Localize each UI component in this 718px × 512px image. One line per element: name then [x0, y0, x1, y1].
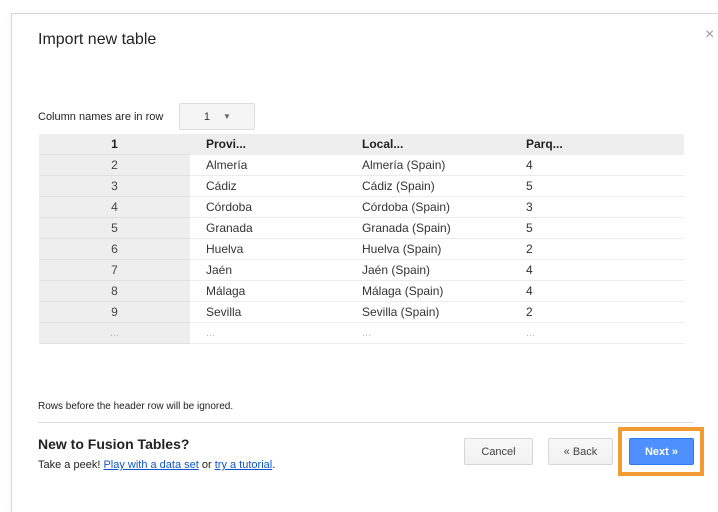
divider	[38, 422, 694, 423]
table-cell: Jaén (Spain)	[346, 259, 510, 281]
table-row: 2 Almería Almería (Spain) 4	[39, 154, 684, 176]
or-text: or	[201, 459, 212, 471]
table-cell: 4	[510, 154, 684, 176]
table-cell: ...	[190, 322, 346, 344]
row-number-cell: ...	[39, 322, 190, 344]
row-number-cell: 9	[39, 301, 190, 323]
table-cell: Málaga (Spain)	[346, 280, 510, 302]
table-cell: 2	[510, 238, 684, 260]
table-row: 8 Málaga Málaga (Spain) 4	[39, 280, 684, 302]
peek-text: Take a peek! Play with a data set or try…	[38, 459, 275, 471]
table-row: 3 Cádiz Cádiz (Spain) 5	[39, 175, 684, 197]
table-cell: Granada	[190, 217, 346, 239]
play-dataset-link[interactable]: Play with a data set	[103, 459, 198, 471]
chevron-down-icon: ▼	[222, 112, 231, 121]
row-number-cell: 6	[39, 238, 190, 260]
row-number-cell: 4	[39, 196, 190, 218]
table-cell: Córdoba	[190, 196, 346, 218]
table-cell: Granada (Spain)	[346, 217, 510, 239]
table-cell: Sevilla	[190, 301, 346, 323]
table-cell: 3	[510, 196, 684, 218]
table-row: 9 Sevilla Sevilla (Spain) 2	[39, 301, 684, 323]
tutorial-link[interactable]: try a tutorial	[215, 459, 272, 471]
peek-period: .	[272, 459, 276, 471]
table-cell: Huelva	[190, 238, 346, 260]
row-number-cell: 7	[39, 259, 190, 281]
column-names-label: Column names are in row	[38, 110, 164, 123]
table-cell: ...	[510, 322, 684, 344]
row-number-cell: 2	[39, 154, 190, 176]
table-cell: 4	[510, 259, 684, 281]
dialog-title: Import new table	[38, 31, 157, 48]
header-note: Rows before the header row will be ignor…	[38, 401, 234, 412]
table-row: 6 Huelva Huelva (Spain) 2	[39, 238, 684, 260]
column-names-row: Column names are in row 1 ▼	[38, 103, 256, 130]
table-cell: Málaga	[190, 280, 346, 302]
table-cell: Almería (Spain)	[346, 154, 510, 176]
row-number-cell: 8	[39, 280, 190, 302]
table-cell: Córdoba (Spain)	[346, 196, 510, 218]
row-number-cell: 1	[39, 134, 190, 155]
table-cell: Jaén	[190, 259, 346, 281]
table-cell: Provi...	[190, 134, 346, 155]
table-cell: Huelva (Spain)	[346, 238, 510, 260]
table-cell: 2	[510, 301, 684, 323]
table-cell: Sevilla (Spain)	[346, 301, 510, 323]
row-number-cell: 5	[39, 217, 190, 239]
table-row: 7 Jaén Jaén (Spain) 4	[39, 259, 684, 281]
next-button[interactable]: Next »	[629, 438, 694, 465]
table-cell: Almería	[190, 154, 346, 176]
header-row-value: 1	[203, 110, 210, 123]
row-number-cell: 3	[39, 175, 190, 197]
table-cell: 4	[510, 280, 684, 302]
table-row: 4 Córdoba Córdoba (Spain) 3	[39, 196, 684, 218]
table-cell: 5	[510, 217, 684, 239]
table-cell: Parq...	[510, 134, 684, 155]
preview-table: 1 Provi... Local... Parq... 2 Almería Almería …	[39, 134, 684, 344]
table-header-row: 1 Provi... Local... Parq...	[39, 134, 684, 155]
cancel-button[interactable]: Cancel	[464, 438, 533, 465]
table-row: 5 Granada Granada (Spain) 5	[39, 217, 684, 239]
table-cell: Cádiz	[190, 175, 346, 197]
peek-prefix: Take a peek!	[38, 459, 101, 471]
table-cell: 5	[510, 175, 684, 197]
table-more-row: ............	[39, 322, 684, 344]
new-to-fusion-heading: New to Fusion Tables?	[38, 436, 190, 452]
table-cell: Local...	[346, 134, 510, 155]
close-icon[interactable]: ×	[705, 27, 714, 43]
table-cell: ...	[346, 322, 510, 344]
table-cell: Cádiz (Spain)	[346, 175, 510, 197]
header-row-select[interactable]: 1 ▼	[179, 103, 256, 130]
back-button[interactable]: « Back	[548, 438, 613, 465]
